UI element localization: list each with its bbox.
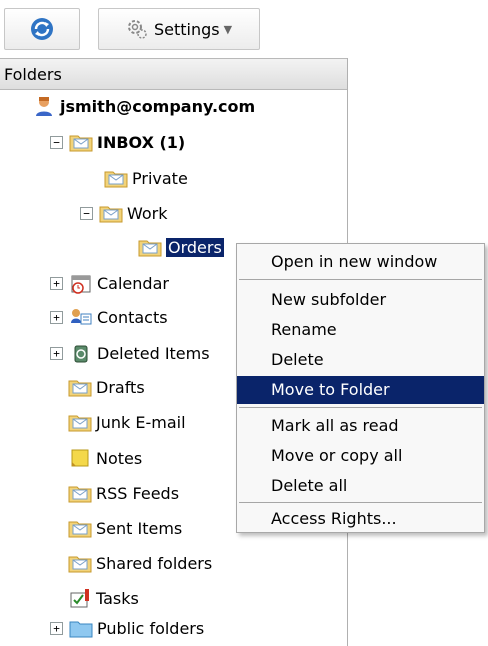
deleted-items-label: Deleted Items [97,343,210,363]
menu-delete[interactable]: Delete [237,346,484,374]
context-menu: Open in new window New subfolder Rename … [236,243,485,533]
gear-icon [127,20,147,39]
settings-button[interactable]: Settings ▼ [98,8,260,50]
menu-separator [239,279,482,280]
trash-icon [69,342,93,364]
mail-folder-icon [68,376,92,398]
calendar-label: Calendar [97,273,169,293]
tree-item-deleted-items[interactable]: + Deleted Items [50,339,210,367]
mail-folder-icon [68,552,92,574]
tasks-icon [68,587,92,609]
tree-item-rss[interactable]: RSS Feeds [68,479,179,507]
work-label: Work [127,203,168,223]
collapse-icon[interactable]: − [50,135,63,149]
menu-rename[interactable]: Rename [237,316,484,344]
orders-label: Orders [166,237,224,257]
tree-item-orders[interactable]: Orders [138,233,224,261]
menu-move-to-folder[interactable]: Move to Folder [237,376,484,404]
user-icon [32,95,56,117]
tree-item-drafts[interactable]: Drafts [68,373,145,401]
drafts-label: Drafts [96,377,145,397]
tree-item-work[interactable]: − Work [80,199,168,227]
tree-item-contacts[interactable]: + Contacts [50,303,168,331]
collapse-icon[interactable]: − [80,206,93,220]
calendar-icon [69,272,93,294]
mail-folder-icon [68,517,92,539]
expand-icon[interactable]: + [50,346,63,360]
toolbar: Settings ▼ [0,0,348,58]
settings-label: Settings [153,19,220,39]
rss-label: RSS Feeds [96,483,180,503]
folders-header: Folders [0,58,347,90]
junk-label: Junk E-mail [96,412,186,432]
private-label: Private [132,168,188,188]
mail-folder-icon [138,236,162,258]
menu-new-subfolder[interactable]: New subfolder [237,286,484,314]
menu-access-rights[interactable]: Access Rights... [237,505,484,533]
expand-icon[interactable]: + [50,310,63,324]
menu-separator [239,502,482,503]
tree-item-junk[interactable]: Junk E-mail [68,408,186,436]
menu-open-new-window[interactable]: Open in new window [237,248,484,276]
tree-item-inbox[interactable]: − INBOX (1) [50,128,185,156]
mail-folder-icon [99,202,123,224]
tree-item-account[interactable]: jsmith@company.com [32,92,255,120]
shared-label: Shared folders [96,553,213,573]
notes-icon [68,447,92,469]
expand-icon[interactable]: + [50,276,63,290]
mail-folder-icon [68,411,92,433]
tree-item-notes[interactable]: Notes [68,444,142,472]
tree-item-sent[interactable]: Sent Items [68,514,182,542]
tree-item-private[interactable]: Private [104,164,188,192]
mail-folder-icon [104,167,128,189]
refresh-button[interactable] [4,8,80,50]
mail-folder-icon [68,482,92,504]
account-label: jsmith@company.com [60,96,256,116]
sent-label: Sent Items [96,518,183,538]
tree-item-calendar[interactable]: + Calendar [50,269,169,297]
refresh-icon [31,18,53,40]
menu-mark-all-read[interactable]: Mark all as read [237,412,484,440]
menu-separator [239,407,482,408]
expand-icon[interactable]: + [50,621,63,635]
notes-label: Notes [96,448,143,468]
menu-move-or-copy-all[interactable]: Move or copy all [237,442,484,470]
contacts-label: Contacts [97,307,168,327]
chevron-down-icon: ▼ [223,22,233,36]
tree-item-shared[interactable]: Shared folders [68,549,212,577]
folder-icon [69,617,93,639]
contacts-icon [69,306,93,328]
tasks-label: Tasks [96,588,139,608]
tree-item-tasks[interactable]: Tasks [68,584,139,612]
mail-folder-icon [69,131,93,153]
tree-item-public[interactable]: + Public folders [50,614,204,642]
public-label: Public folders [97,618,205,638]
menu-delete-all[interactable]: Delete all [237,472,484,500]
inbox-label: INBOX (1) [97,132,186,152]
